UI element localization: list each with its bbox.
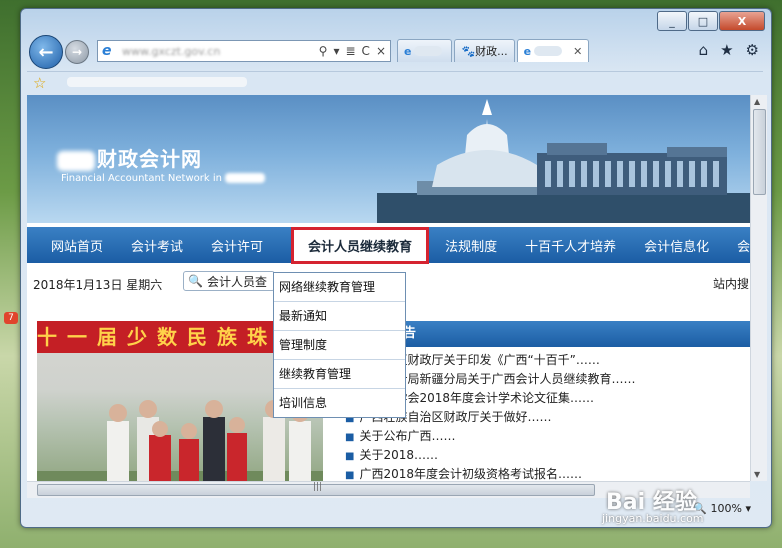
refresh-icon[interactable]: C [362, 44, 370, 58]
menu-item-informatization[interactable]: 会计信息化 [644, 236, 709, 255]
menu-item-society[interactable]: 会计学会 [737, 236, 750, 255]
site-banner: 财政会计网 Financial Accountant Network in [27, 95, 750, 223]
tab-label: 财政... [475, 45, 508, 58]
tab-3[interactable]: e ✕ [516, 39, 590, 62]
favorites-bar: ☆ [27, 71, 763, 94]
favorites-star-icon[interactable]: ★ [720, 41, 733, 59]
dropdown-icon[interactable]: ▾ [333, 44, 339, 58]
address-url[interactable]: www.gxczt.gov.cn [122, 45, 319, 58]
toolbar-icons: ⌂ ★ ⚙ [699, 41, 759, 59]
main-menu: 网站首页 会计考试 会计许可 会计人员继续教育 法规制度 十百千人才培养 会计信… [27, 226, 750, 264]
grip-icon: ||| [313, 482, 323, 492]
tab-strip: e 🐾 财政... e ✕ [397, 39, 591, 62]
menu-item-home[interactable]: 网站首页 [51, 236, 103, 255]
forward-arrow-icon: → [71, 45, 83, 59]
back-button[interactable]: ← [29, 35, 63, 69]
vertical-scrollbar[interactable]: ▲ ▼ [750, 95, 767, 481]
tab-2[interactable]: 🐾 财政... [454, 39, 515, 62]
baidu-icon: 🐾 [461, 44, 476, 58]
news-item[interactable]: ■ 广西2018年度会计初级资格考试报名…… [345, 465, 750, 481]
menu-item-talent[interactable]: 十百千人才培养 [525, 236, 616, 255]
vertical-scroll-thumb[interactable] [753, 109, 766, 195]
compat-view-icon[interactable]: ≣ [345, 44, 355, 58]
date-text: 2018年1月13日 星期六 [33, 278, 163, 292]
submenu-item-education-management[interactable]: 继续教育管理 [274, 360, 405, 389]
news-item[interactable]: ■ 关于公布广西…… [345, 427, 750, 446]
add-favorite-icon[interactable]: ☆ [33, 74, 46, 92]
search-icon: 🔍 [188, 274, 203, 288]
minimize-button[interactable]: _ [657, 11, 687, 31]
building-illustration [377, 99, 750, 223]
window-controls: _ □ X [656, 11, 765, 31]
submenu-item-online-education[interactable]: 网络继续教育管理 [274, 273, 405, 302]
menu-item-exam[interactable]: 会计考试 [131, 236, 183, 255]
menu-item-continuing-education[interactable]: 会计人员继续教育 [291, 226, 430, 264]
site-search-label[interactable]: 站内搜 [713, 275, 749, 292]
navigation-bar: ← → e www.gxczt.gov.cn ⚲ ▾ ≣ C × e 🐾 财政..… [27, 35, 763, 69]
close-window-button[interactable]: X [719, 11, 765, 31]
back-arrow-icon: ← [38, 41, 54, 63]
address-bar[interactable]: e www.gxczt.gov.cn ⚲ ▾ ≣ C × [97, 40, 391, 62]
submenu-dropdown: 网络继续教育管理 最新通知 管理制度 继续教育管理 培训信息 [273, 272, 406, 418]
news-item[interactable]: ■ 关于2018…… [345, 446, 750, 465]
search-text: 会计人员查 [206, 274, 267, 289]
menu-item-license[interactable]: 会计许可 [211, 236, 263, 255]
submenu-item-training[interactable]: 培训信息 [274, 389, 405, 417]
menu-item-regulations[interactable]: 法规制度 [445, 236, 497, 255]
submenu-item-regulations[interactable]: 管理制度 [274, 331, 405, 360]
ie-icon: e [523, 44, 532, 58]
submenu-item-latest-notice[interactable]: 最新通知 [274, 302, 405, 331]
search-icon[interactable]: ⚲ [319, 44, 328, 58]
news-header: 告 [397, 321, 750, 347]
maximize-button[interactable]: □ [688, 11, 718, 31]
ie-icon: e [404, 44, 412, 58]
site-title: 财政会计网 [57, 143, 202, 172]
scroll-up-icon[interactable]: ▲ [754, 97, 760, 106]
home-icon[interactable]: ⌂ [699, 41, 709, 59]
site-subtitle: Financial Accountant Network in [61, 173, 266, 184]
ie-icon: e [102, 43, 112, 59]
watermark-url: jingyan.baidu.com [602, 512, 704, 525]
web-page: 财政会计网 Financial Accountant Network in 网站… [27, 95, 750, 481]
favorites-item[interactable] [67, 77, 247, 87]
gear-icon[interactable]: ⚙ [746, 41, 759, 59]
stop-icon[interactable]: × [376, 44, 386, 58]
notification-badge: 7 [4, 312, 18, 324]
forward-button[interactable]: → [65, 40, 89, 64]
scroll-down-icon[interactable]: ▼ [754, 470, 760, 479]
browser-window: _ □ X ← → e www.gxczt.gov.cn ⚲ ▾ ≣ C × e… [20, 8, 772, 528]
address-tools: ⚲ ▾ ≣ C × [319, 44, 390, 58]
close-tab-icon[interactable]: ✕ [573, 45, 582, 58]
search-input[interactable]: 🔍 会计人员查 [183, 271, 275, 291]
tab-1[interactable]: e [397, 39, 453, 62]
